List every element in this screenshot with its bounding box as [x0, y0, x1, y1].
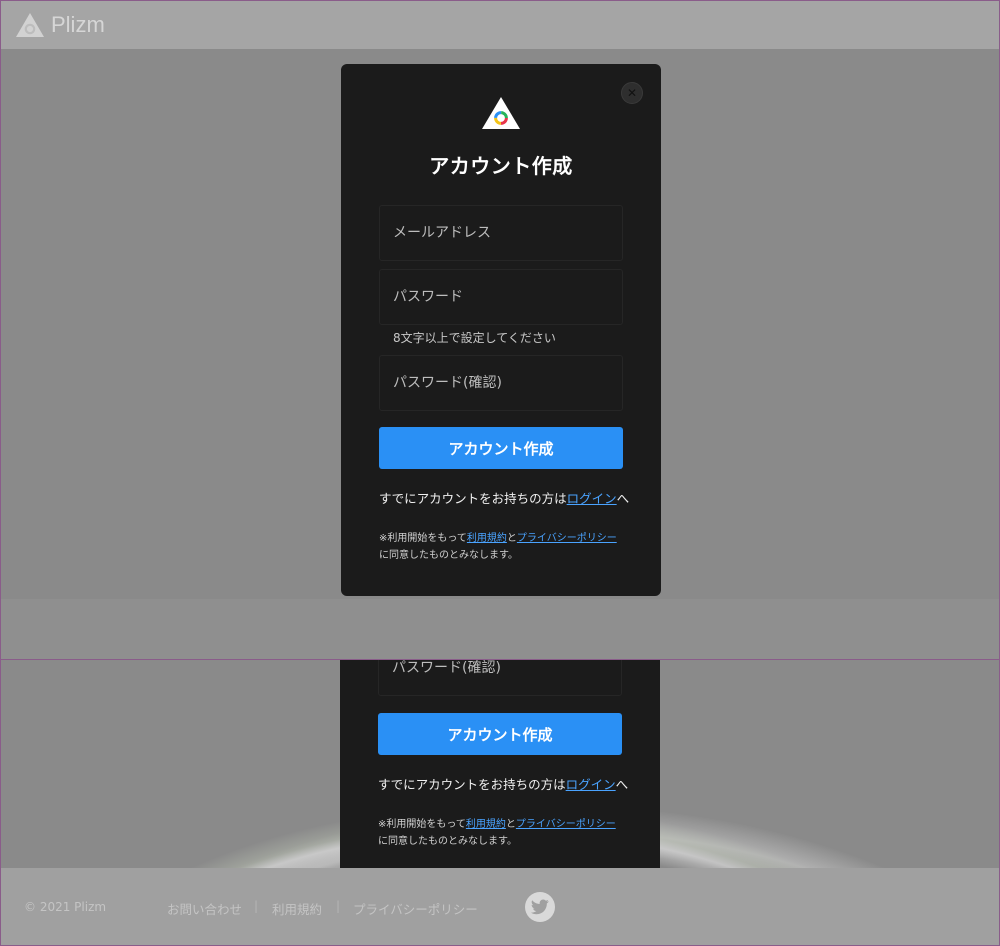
terms-notice: ※利用開始をもって利用規約とプライバシーポリシー に同意したものとみなします。: [378, 816, 628, 850]
modal-title: アカウント作成: [429, 154, 573, 178]
password-hint: 8文字以上で設定してください: [393, 331, 556, 345]
upper-capture: Plizm ✕ アカウント作成 8文字以上で設定してください アカウント作成 す…: [0, 0, 1000, 660]
password-input[interactable]: [380, 270, 622, 324]
login-prompt: すでにアカウントをお持ちの方はログインへ: [379, 488, 629, 507]
footer-link-privacy[interactable]: プライバシーポリシー: [353, 899, 478, 918]
terms-prefix: ※利用開始をもって: [379, 533, 467, 544]
terms-link[interactable]: 利用規約: [466, 819, 506, 830]
terms-and: と: [505, 819, 516, 830]
email-field[interactable]: [379, 205, 623, 261]
plizm-logo-icon: [482, 97, 520, 129]
signup-modal: ✕ アカウント作成 8文字以上で設定してください アカウント作成 すでにアカウン…: [341, 64, 661, 596]
password-confirm-field[interactable]: [379, 355, 623, 411]
create-account-button[interactable]: アカウント作成: [378, 713, 622, 755]
login-link[interactable]: ログイン: [566, 777, 616, 792]
footer-divider: |: [254, 899, 259, 913]
copyright: © 2021 Plizm: [24, 900, 107, 914]
terms-suffix: に同意したものとみなします。: [379, 550, 518, 561]
privacy-link[interactable]: プライバシーポリシー: [517, 533, 617, 544]
login-link[interactable]: ログイン: [567, 491, 617, 506]
footer-divider: |: [336, 899, 341, 913]
top-bar: Plizm: [1, 1, 999, 49]
footer-link-contact[interactable]: お問い合わせ: [167, 899, 242, 918]
login-suffix: へ: [616, 491, 630, 506]
app-name[interactable]: Plizm: [51, 12, 105, 38]
close-icon[interactable]: ✕: [621, 82, 643, 104]
footer-link-terms[interactable]: 利用規約: [272, 899, 322, 918]
login-prompt: すでにアカウントをお持ちの方はログインへ: [378, 774, 628, 793]
create-account-button[interactable]: アカウント作成: [379, 427, 623, 469]
terms-suffix: に同意したものとみなします。: [378, 836, 517, 847]
twitter-icon[interactable]: [525, 892, 555, 922]
terms-and: と: [506, 533, 517, 544]
privacy-link[interactable]: プライバシーポリシー: [516, 819, 616, 830]
login-prefix: すでにアカウントをお持ちの方は: [379, 491, 567, 506]
login-prefix: すでにアカウントをお持ちの方は: [378, 777, 566, 792]
password-confirm-input[interactable]: [380, 356, 622, 410]
password-field[interactable]: [379, 269, 623, 325]
terms-link[interactable]: 利用規約: [467, 533, 507, 544]
email-input[interactable]: [380, 206, 622, 260]
terms-prefix: ※利用開始をもって: [378, 819, 466, 830]
terms-notice: ※利用開始をもって利用規約とプライバシーポリシー に同意したものとみなします。: [379, 530, 629, 564]
login-suffix: へ: [615, 777, 629, 792]
footer: © 2021 Plizm お問い合わせ | 利用規約 | プライバシーポリシー: [0, 868, 1000, 945]
plizm-logo-icon: [16, 13, 44, 37]
